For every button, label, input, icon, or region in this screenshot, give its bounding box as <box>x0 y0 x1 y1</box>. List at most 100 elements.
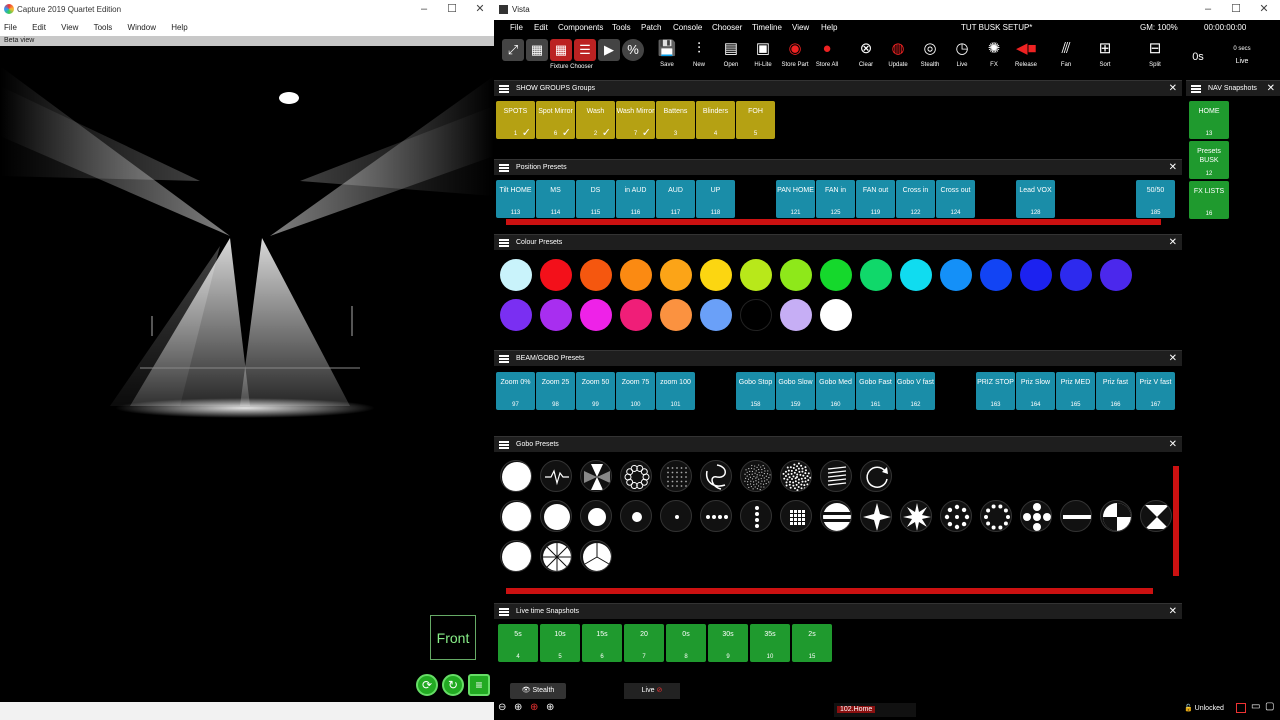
group-button[interactable]: Wash Mirror 7 ✓ <box>616 101 655 139</box>
maximize-button[interactable]: ☐ <box>438 0 466 19</box>
hamburger-icon[interactable] <box>499 441 509 449</box>
live-snapshot-button[interactable]: 20 7 <box>624 624 664 662</box>
lock-status[interactable]: 🔓 Unlocked <box>1184 704 1224 712</box>
live-snapshot-button[interactable]: 2s 15 <box>792 624 832 662</box>
tool-percent-icon[interactable]: % <box>622 38 644 76</box>
group-button[interactable]: Battens 3 <box>656 101 695 139</box>
gobo-star-8-icon[interactable] <box>900 500 932 532</box>
comment-icon[interactable]: ▭ <box>1251 701 1260 712</box>
position-button[interactable]: UP 118 <box>696 180 735 218</box>
stealth-button[interactable]: ◎ Stealth <box>915 38 945 76</box>
gobo-half-icon[interactable] <box>1100 500 1132 532</box>
colour-swatch[interactable] <box>780 259 812 291</box>
gobo-bowtie-icon[interactable] <box>1140 500 1172 532</box>
gobo-star-4-icon[interactable] <box>860 500 892 532</box>
gobo-swirl-icon[interactable] <box>700 460 732 492</box>
open-button[interactable]: ▤ Open <box>716 38 746 76</box>
store-all-button[interactable]: ● Store All <box>812 38 842 76</box>
beam-button[interactable]: Priz Slow 164 <box>1016 372 1055 410</box>
gobo-ring-dots-lg-icon[interactable] <box>980 500 1012 532</box>
gobo-dots-col-icon[interactable] <box>740 500 772 532</box>
beam-button[interactable]: PRIZ STOP 163 <box>976 372 1015 410</box>
live-snapshot-button[interactable]: 35s 10 <box>750 624 790 662</box>
zoom-fit-icon[interactable]: ⊕ <box>530 702 538 713</box>
close-icon[interactable]: ✕ <box>1169 604 1177 620</box>
close-icon[interactable]: ✕ <box>1267 81 1275 97</box>
beam-button[interactable]: Gobo Fast 161 <box>856 372 895 410</box>
beam-button[interactable]: Zoom 75 100 <box>616 372 655 410</box>
gobo-scrollbar[interactable] <box>506 588 1153 594</box>
vista-close-button[interactable]: ✕ <box>1250 0 1278 19</box>
colour-swatch[interactable] <box>580 259 612 291</box>
clear-button[interactable]: ⊗ Clear <box>851 38 881 76</box>
colour-swatch[interactable] <box>940 259 972 291</box>
sort-button[interactable]: ⊞ Sort <box>1090 38 1120 76</box>
save-button[interactable]: 💾 Save <box>652 38 682 76</box>
vmenu-patch[interactable]: Patch <box>641 20 661 36</box>
nav-button[interactable]: HOME 13 <box>1189 101 1229 139</box>
beam-button[interactable]: zoom 100 101 <box>656 372 695 410</box>
beam-button[interactable]: Priz V fast 167 <box>1136 372 1175 410</box>
close-icon[interactable]: ✕ <box>1169 81 1177 97</box>
live-snapshot-button[interactable]: 5s 4 <box>498 624 538 662</box>
gobo-circle-lg-icon[interactable] <box>540 500 572 532</box>
live-toggle[interactable]: Live ⊘ <box>624 683 680 699</box>
front-view-button[interactable]: Front <box>430 615 476 660</box>
position-button[interactable]: DS 115 <box>576 180 615 218</box>
colour-swatch[interactable] <box>1100 259 1132 291</box>
menu-icon[interactable]: ≡ <box>468 674 490 696</box>
position-button[interactable]: PAN HOME 121 <box>776 180 815 218</box>
beam-button[interactable]: Priz fast 166 <box>1096 372 1135 410</box>
colour-swatch[interactable] <box>500 299 532 331</box>
colour-swatch[interactable] <box>820 299 852 331</box>
close-icon[interactable]: ✕ <box>1169 160 1177 176</box>
record-icon[interactable] <box>1236 703 1246 713</box>
release-button[interactable]: ◀■ Release <box>1011 38 1041 76</box>
gobo-bars-icon[interactable] <box>820 500 852 532</box>
vista-minimize-button[interactable]: – <box>1194 0 1222 19</box>
zoom-out-icon[interactable]: ⊖ <box>498 702 506 713</box>
hamburger-icon[interactable] <box>1191 85 1201 93</box>
live-snapshot-button[interactable]: 30s 9 <box>708 624 748 662</box>
zoom-reset-icon[interactable]: ⊕ <box>546 702 554 713</box>
update-button[interactable]: ◍ Update <box>883 38 913 76</box>
position-button[interactable]: Cross in 122 <box>896 180 935 218</box>
gobo-dots-fine-icon[interactable] <box>740 460 772 492</box>
gobo-open-icon[interactable] <box>500 460 532 492</box>
refresh-icon[interactable]: ⟳ <box>416 674 438 696</box>
beam-button[interactable]: Priz MED 165 <box>1056 372 1095 410</box>
close-icon[interactable]: ✕ <box>1169 351 1177 367</box>
nav-button[interactable]: Presets BUSK 12 <box>1189 141 1229 179</box>
beam-button[interactable]: Gobo Med 160 <box>816 372 855 410</box>
close-button[interactable]: ✕ <box>466 0 494 19</box>
menu-view[interactable]: View <box>61 23 78 32</box>
vmenu-components[interactable]: Components <box>558 20 603 36</box>
position-button[interactable]: 50/50 185 <box>1136 180 1175 218</box>
stealth-toggle[interactable]: 👁 Stealth <box>510 683 566 699</box>
gobo-cross-dots-icon[interactable] <box>1020 500 1052 532</box>
colour-swatch[interactable] <box>620 299 652 331</box>
vmenu-timeline[interactable]: Timeline <box>752 20 782 36</box>
colour-swatch[interactable] <box>740 299 772 331</box>
colour-swatch[interactable] <box>980 259 1012 291</box>
colour-swatch[interactable] <box>620 259 652 291</box>
zoom-in-icon[interactable]: ⊕ <box>514 702 522 713</box>
gobo-ring-arrow-icon[interactable] <box>860 460 892 492</box>
tool-pan-icon[interactable]: ⤢ <box>502 38 524 76</box>
gobo-wheel-icon[interactable] <box>540 540 572 572</box>
new-button[interactable]: ⫶ New <box>684 38 714 76</box>
gobo-bar-icon[interactable] <box>1060 500 1092 532</box>
position-button[interactable]: MS 114 <box>536 180 575 218</box>
vmenu-edit[interactable]: Edit <box>534 20 548 36</box>
close-icon[interactable]: ✕ <box>1169 437 1177 453</box>
gobo-ring-dots-icon[interactable] <box>940 500 972 532</box>
position-button[interactable]: in AUD 116 <box>616 180 655 218</box>
colour-swatch[interactable] <box>580 299 612 331</box>
colour-swatch[interactable] <box>780 299 812 331</box>
gobo-petal-ring-icon[interactable] <box>620 460 652 492</box>
colour-swatch[interactable] <box>540 299 572 331</box>
minimize-button[interactable]: – <box>410 0 438 19</box>
colour-swatch[interactable] <box>740 259 772 291</box>
live-snapshot-button[interactable]: 10s 5 <box>540 624 580 662</box>
gobo-fan-4-icon[interactable] <box>580 460 612 492</box>
